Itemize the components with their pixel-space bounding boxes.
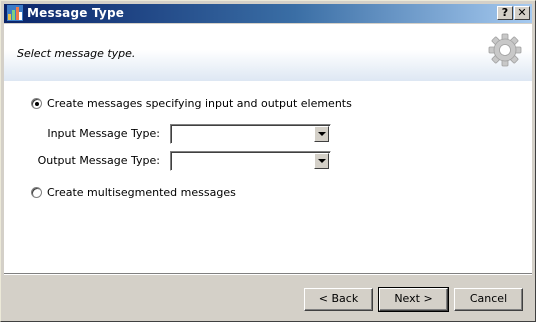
next-button[interactable]: Next > [378,287,449,312]
radio-specify-elements-button[interactable] [31,98,42,109]
window-title: Message Type [27,6,125,20]
back-button[interactable]: < Back [304,288,373,311]
output-message-type-combo[interactable] [170,151,331,171]
output-message-type-label: Output Message Type: [37,154,160,167]
radio-specify-elements-label: Create messages specifying input and out… [47,97,352,110]
input-message-type-combo[interactable] [170,124,331,144]
chevron-down-icon[interactable] [314,153,329,169]
radio-multisegmented[interactable]: Create multisegmented messages [31,186,236,199]
input-message-type-label: Input Message Type: [47,127,160,140]
header-band: Select message type. [4,24,532,81]
radio-multisegmented-button[interactable] [31,187,42,198]
title-bar[interactable]: Message Type ? ✕ [4,4,532,23]
button-bar: < Back Next > Cancel [4,273,532,318]
message-type-dialog: Message Type ? ✕ Select message type. Cr… [0,0,536,322]
radio-multisegmented-label: Create multisegmented messages [47,186,236,199]
footer-divider [4,274,532,275]
instruction-text: Select message type. [17,47,136,60]
app-icon [7,5,23,21]
gear-icon [488,33,522,67]
radio-specify-elements[interactable]: Create messages specifying input and out… [31,97,352,110]
close-button[interactable]: ✕ [514,6,530,20]
cancel-button[interactable]: Cancel [454,288,523,311]
help-button[interactable]: ? [497,6,513,20]
chevron-down-icon[interactable] [314,126,329,142]
